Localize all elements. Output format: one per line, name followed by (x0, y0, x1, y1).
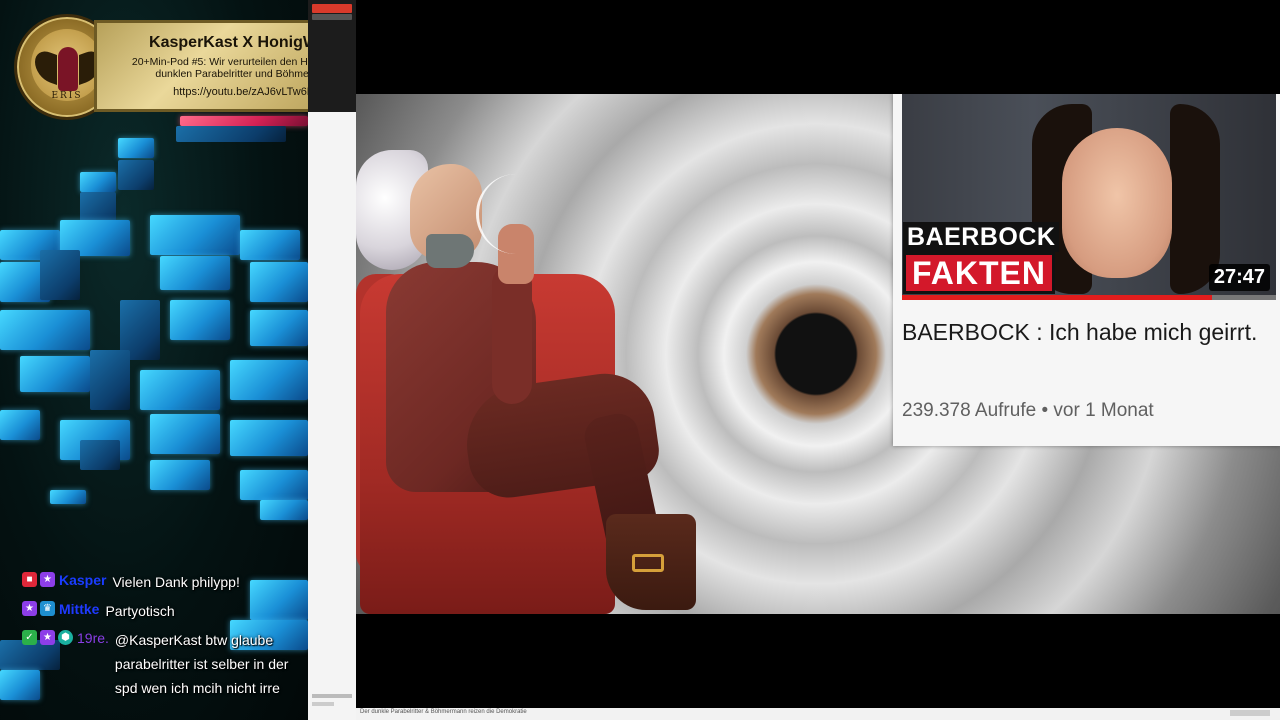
chat-overlay: ■ ★ Kasper Vielen Dank philypp! ★ ♛ Mitt… (22, 570, 308, 705)
video-thumbnail[interactable]: BAERBOCK FAKTEN 27:47 (902, 94, 1276, 298)
voxel-cube (80, 440, 120, 470)
view-count: 239.378 Aufrufe (902, 400, 1037, 421)
voxel-cube (90, 350, 130, 410)
sidebar-footer-line (312, 702, 334, 706)
menu-button[interactable] (312, 14, 352, 20)
chat-text: Partyotisch (105, 603, 175, 619)
subscribe-button[interactable] (312, 4, 352, 13)
sidebar-footer-line (312, 694, 352, 698)
watch-progress-fill (902, 295, 1213, 300)
star-icon: ★ (22, 601, 37, 616)
chat-message: ★ ♛ Mittke Partyotisch (22, 599, 308, 623)
voxel-cube (180, 116, 308, 126)
meta-separator: • (1041, 400, 1049, 421)
thumbnail-label-bottom: FAKTEN (903, 252, 1055, 294)
voxel-cube (20, 356, 90, 392)
video-card[interactable]: BAERBOCK FAKTEN 27:47 BAERBOCK : Ich hab… (893, 94, 1280, 446)
check-icon: ✓ (22, 630, 37, 645)
camera-icon: ■ (22, 572, 37, 587)
chat-text: @KasperKast btw glaube parabelritter ist… (114, 632, 289, 696)
voxel-cube (118, 138, 154, 158)
figure-mask (426, 234, 474, 268)
duration-badge: 27:47 (1208, 264, 1270, 291)
chat-message: ■ ★ Kasper Vielen Dank philypp! (22, 570, 308, 594)
thumbnail-label-top: BAERBOCK (903, 222, 1060, 252)
boot-buckle (632, 554, 664, 572)
goddess-icon (58, 47, 78, 91)
crown-icon: ♛ (40, 601, 55, 616)
upload-age: vor 1 Monat (1053, 400, 1154, 421)
voxel-cube (150, 414, 220, 454)
voxel-cube (0, 410, 40, 440)
voxel-cube (140, 370, 220, 410)
voxel-cube (176, 126, 286, 142)
voxel-cube (240, 230, 300, 260)
video-meta: 239.378 Aufrufe • vor 1 Monat (902, 400, 1154, 422)
browser-sidebar (308, 0, 356, 720)
smoke-swirl (476, 174, 556, 254)
voxel-cube (118, 160, 154, 190)
voxel-cube (250, 310, 308, 346)
figure-arm (492, 264, 532, 404)
voxel-cube (50, 490, 86, 504)
voxel-cube (170, 300, 230, 340)
voxel-cube (40, 250, 80, 300)
video-title[interactable]: BAERBOCK : Ich habe mich geirrt. (902, 314, 1272, 350)
voxel-cube (230, 360, 308, 400)
chat-username: Kasper (59, 572, 107, 588)
star-icon: ★ (40, 630, 55, 645)
voxel-cube (150, 460, 210, 490)
bottom-right-info (1230, 710, 1270, 716)
chat-username: 19re. (77, 630, 109, 646)
watch-progress-bar (902, 295, 1276, 300)
video-player[interactable]: BAERBOCK FAKTEN 27:47 BAERBOCK : Ich hab… (356, 0, 1280, 708)
bottom-caption: Der dunkle Parabelritter & Böhmermann re… (360, 709, 527, 715)
hexagon-icon: ⬢ (58, 630, 73, 645)
voxel-cube (240, 470, 308, 500)
voxel-cube (250, 262, 308, 302)
chat-text: Vielen Dank philypp! (112, 574, 240, 590)
voxel-cube (230, 420, 308, 456)
chat-message: ✓ ★ ⬢ 19re. @KasperKast btw glaube parab… (22, 628, 308, 700)
voxel-cube (160, 256, 230, 290)
voxel-cube (0, 310, 90, 350)
voxel-cube (150, 215, 240, 255)
stream-screen: ■ ★ Kasper Vielen Dank philypp! ★ ♛ Mitt… (0, 0, 1280, 720)
portrait-face (1062, 128, 1172, 278)
chat-username: Mittke (59, 601, 100, 617)
bottom-info-bar: Der dunkle Parabelritter & Böhmermann re… (356, 708, 1280, 720)
voxel-cube (260, 500, 308, 520)
star-icon: ★ (40, 572, 55, 587)
voxel-cube (80, 172, 116, 192)
video-frame[interactable]: BAERBOCK FAKTEN 27:47 BAERBOCK : Ich hab… (356, 94, 1280, 614)
